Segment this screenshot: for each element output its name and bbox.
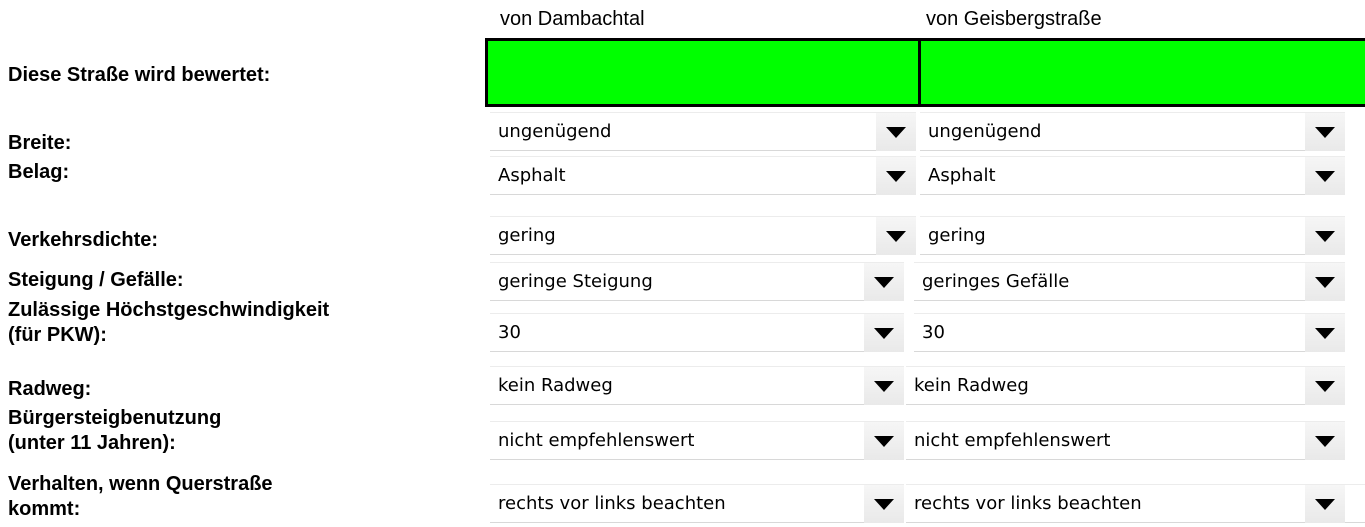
chevron-down-icon[interactable] <box>1305 367 1345 405</box>
chevron-down-icon[interactable] <box>1305 113 1345 151</box>
tempo-select-left[interactable]: 30 <box>490 313 904 352</box>
verkehrsdichte-select-left[interactable]: gering <box>490 216 916 255</box>
tempo-value-left: 30 <box>498 322 521 343</box>
label-querstrasse: Verhalten, wenn Querstraße kommt: <box>8 472 273 522</box>
breite-value-right: ungenügend <box>928 121 1042 142</box>
verkehrsdichte-value-left: gering <box>498 225 556 246</box>
radweg-select-left[interactable]: kein Radweg <box>490 366 904 405</box>
chevron-down-icon[interactable] <box>1305 157 1345 195</box>
label-querstrasse-line1: Verhalten, wenn Querstraße <box>8 473 273 495</box>
chevron-down-icon[interactable] <box>864 485 904 523</box>
buergersteig-value-right: nicht empfehlenswert <box>914 430 1111 451</box>
column-header-geisbergstrasse: von Geisbergstraße <box>926 8 1102 30</box>
radweg-value-right: kein Radweg <box>914 375 1029 396</box>
querstrasse-value-right: rechts vor links beachten <box>914 493 1142 514</box>
label-verkehrsdichte: Verkehrsdichte: <box>8 229 159 251</box>
querstrasse-value-left: rechts vor links beachten <box>498 493 726 514</box>
querstrasse-select-left[interactable]: rechts vor links beachten <box>490 484 904 523</box>
label-buergersteig-line2: (unter 11 Jahren): <box>8 432 176 454</box>
chevron-down-icon[interactable] <box>864 314 904 352</box>
label-breite: Breite: <box>8 132 72 154</box>
label-buergersteig: Bürgersteigbenutzung (unter 11 Jahren): <box>8 406 221 456</box>
chevron-down-icon[interactable] <box>1305 422 1345 460</box>
label-hoechstgeschwindigkeit: Zulässige Höchstgeschwindigkeit (für PKW… <box>8 298 329 348</box>
label-hoechstgeschwindigkeit-line2: (für PKW): <box>8 324 107 346</box>
rating-cell-dambachtal <box>485 38 920 107</box>
buergersteig-select-right[interactable]: nicht empfehlenswert <box>906 421 1345 460</box>
chevron-down-icon[interactable] <box>1305 263 1345 301</box>
tempo-select-right[interactable]: 30 <box>914 313 1345 352</box>
rating-cell-geisbergstrasse <box>918 38 1365 107</box>
label-querstrasse-line2: kommt: <box>8 498 81 520</box>
verkehrsdichte-value-right: gering <box>928 225 986 246</box>
steigung-value-left: geringe Steigung <box>498 271 653 292</box>
breite-value-left: ungenügend <box>498 121 612 142</box>
querstrasse-select-right[interactable]: rechts vor links beachten <box>906 484 1365 523</box>
column-header-dambachtal: von Dambachtal <box>500 8 645 30</box>
buergersteig-select-left[interactable]: nicht empfehlenswert <box>490 421 904 460</box>
label-steigung: Steigung / Gefälle: <box>8 269 184 291</box>
steigung-select-right[interactable]: geringes Gefälle <box>914 262 1345 301</box>
tempo-value-right: 30 <box>922 322 945 343</box>
breite-select-left[interactable]: ungenügend <box>490 112 916 151</box>
label-buergersteig-line1: Bürgersteigbenutzung <box>8 407 222 429</box>
verkehrsdichte-select-right[interactable]: gering <box>920 216 1345 255</box>
chevron-down-icon[interactable] <box>864 422 904 460</box>
belag-select-left[interactable]: Asphalt <box>490 156 916 195</box>
buergersteig-value-left: nicht empfehlenswert <box>498 430 695 451</box>
label-radweg: Radweg: <box>8 378 92 400</box>
chevron-down-icon[interactable] <box>1305 217 1345 255</box>
breite-select-right[interactable]: ungenügend <box>920 112 1345 151</box>
radweg-select-right[interactable]: kein Radweg <box>906 366 1345 405</box>
label-street-rated: Diese Straße wird bewertet: <box>8 64 271 86</box>
steigung-value-right: geringes Gefälle <box>922 271 1070 292</box>
radweg-value-left: kein Radweg <box>498 375 613 396</box>
belag-value-left: Asphalt <box>498 165 566 186</box>
chevron-down-icon[interactable] <box>876 113 916 151</box>
label-belag: Belag: <box>8 161 70 183</box>
label-hoechstgeschwindigkeit-line1: Zulässige Höchstgeschwindigkeit <box>8 299 330 321</box>
steigung-select-left[interactable]: geringe Steigung <box>490 262 904 301</box>
chevron-down-icon[interactable] <box>1305 314 1345 352</box>
chevron-down-icon[interactable] <box>864 263 904 301</box>
chevron-down-icon[interactable] <box>864 367 904 405</box>
chevron-down-icon[interactable] <box>876 157 916 195</box>
belag-select-right[interactable]: Asphalt <box>920 156 1345 195</box>
chevron-down-icon[interactable] <box>876 217 916 255</box>
chevron-down-icon[interactable] <box>1305 485 1345 523</box>
belag-value-right: Asphalt <box>928 165 996 186</box>
